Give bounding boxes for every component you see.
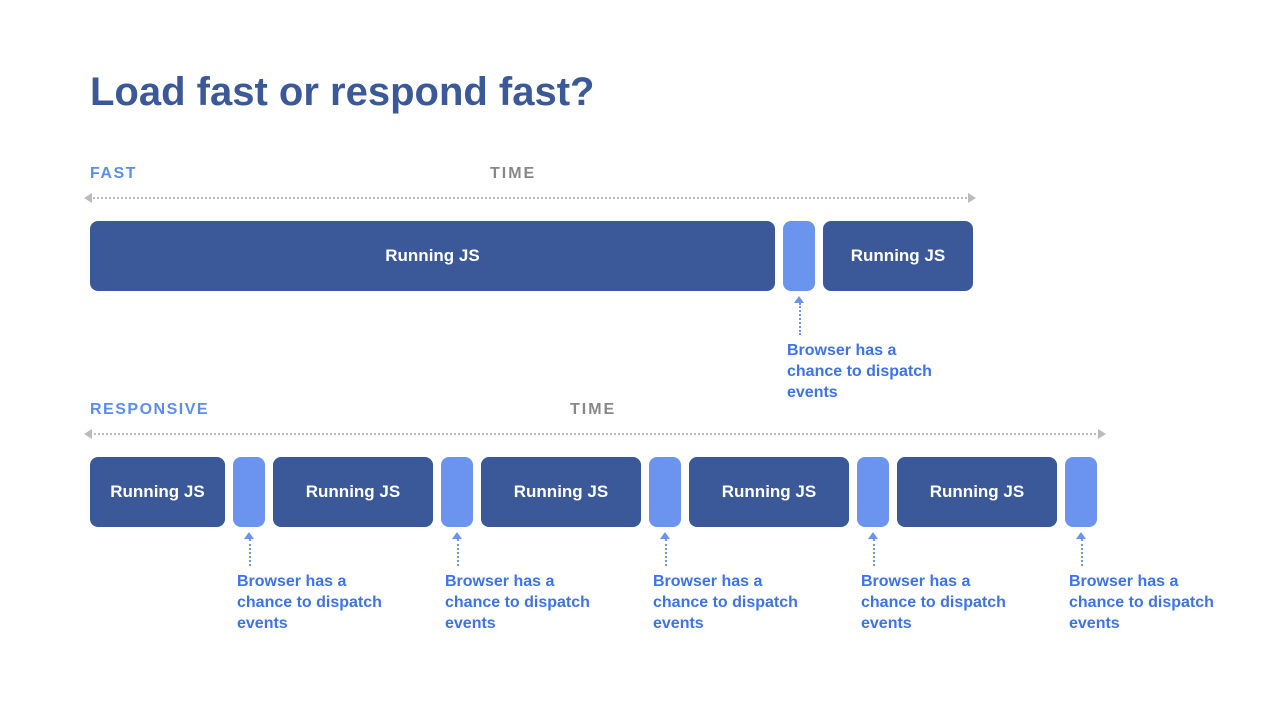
axis-arrow-left-icon [84,429,92,439]
event-gap-block [857,457,889,527]
annotation-connector [665,539,667,566]
arrow-up-icon [244,532,254,539]
arrow-up-icon [452,532,462,539]
event-gap-block [1065,457,1097,527]
running-js-block: Running JS [90,221,775,291]
responsive-track: Running JS Running JS Running JS Running JS… [90,457,1186,657]
event-gap-block [649,457,681,527]
browser-dispatch-annotation: Browser has a chance to dispatch events [653,572,803,634]
page-title: Load fast or respond fast? [90,70,1186,115]
event-gap-block [783,221,815,291]
browser-dispatch-annotation: Browser has a chance to dispatch events [787,341,937,403]
responsive-header: RESPONSIVE TIME [90,401,1186,429]
fast-label: FAST [90,165,137,183]
event-gap-block [233,457,265,527]
annotation-connector [799,303,801,335]
fast-section: FAST TIME Running JS Running JS Browser h… [90,165,1186,401]
running-js-block: Running JS [273,457,433,527]
annotation-connector [249,539,251,566]
browser-dispatch-annotation: Browser has a chance to dispatch events [861,572,1011,634]
running-js-block: Running JS [90,457,225,527]
responsive-label: RESPONSIVE [90,401,209,419]
arrow-up-icon [660,532,670,539]
annotation-connector [873,539,875,566]
fast-header: FAST TIME [90,165,1186,193]
running-js-block: Running JS [481,457,641,527]
arrow-up-icon [868,532,878,539]
responsive-time-axis [90,433,1100,435]
running-js-block: Running JS [897,457,1057,527]
axis-arrow-left-icon [84,193,92,203]
browser-dispatch-annotation: Browser has a chance to dispatch events [1069,572,1219,634]
annotation-connector [457,539,459,566]
time-label-responsive: TIME [570,401,616,419]
arrow-up-icon [794,296,804,303]
axis-arrow-right-icon [968,193,976,203]
annotation-connector [1081,539,1083,566]
running-js-block: Running JS [823,221,973,291]
running-js-block: Running JS [689,457,849,527]
axis-line [90,197,970,199]
fast-time-axis [90,197,970,199]
event-gap-block [441,457,473,527]
axis-line [90,433,1100,435]
fast-track: Running JS Running JS Browser has a chanc… [90,221,1186,401]
browser-dispatch-annotation: Browser has a chance to dispatch events [237,572,387,634]
arrow-up-icon [1076,532,1086,539]
responsive-section: RESPONSIVE TIME Running JSRunning JSRunn… [90,401,1186,657]
browser-dispatch-annotation: Browser has a chance to dispatch events [445,572,595,634]
time-label-fast: TIME [490,165,536,183]
axis-arrow-right-icon [1098,429,1106,439]
